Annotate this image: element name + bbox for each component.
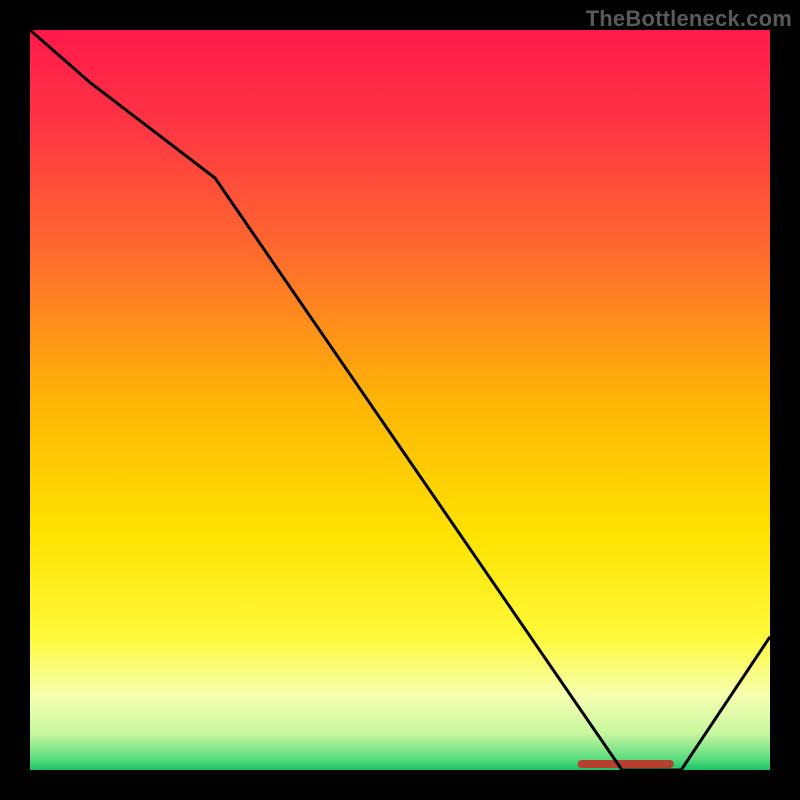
optimal-range-marker xyxy=(578,760,674,768)
bottleneck-line-chart xyxy=(0,0,800,800)
gradient-background xyxy=(30,30,770,770)
chart-canvas: TheBottleneck.com xyxy=(0,0,800,800)
